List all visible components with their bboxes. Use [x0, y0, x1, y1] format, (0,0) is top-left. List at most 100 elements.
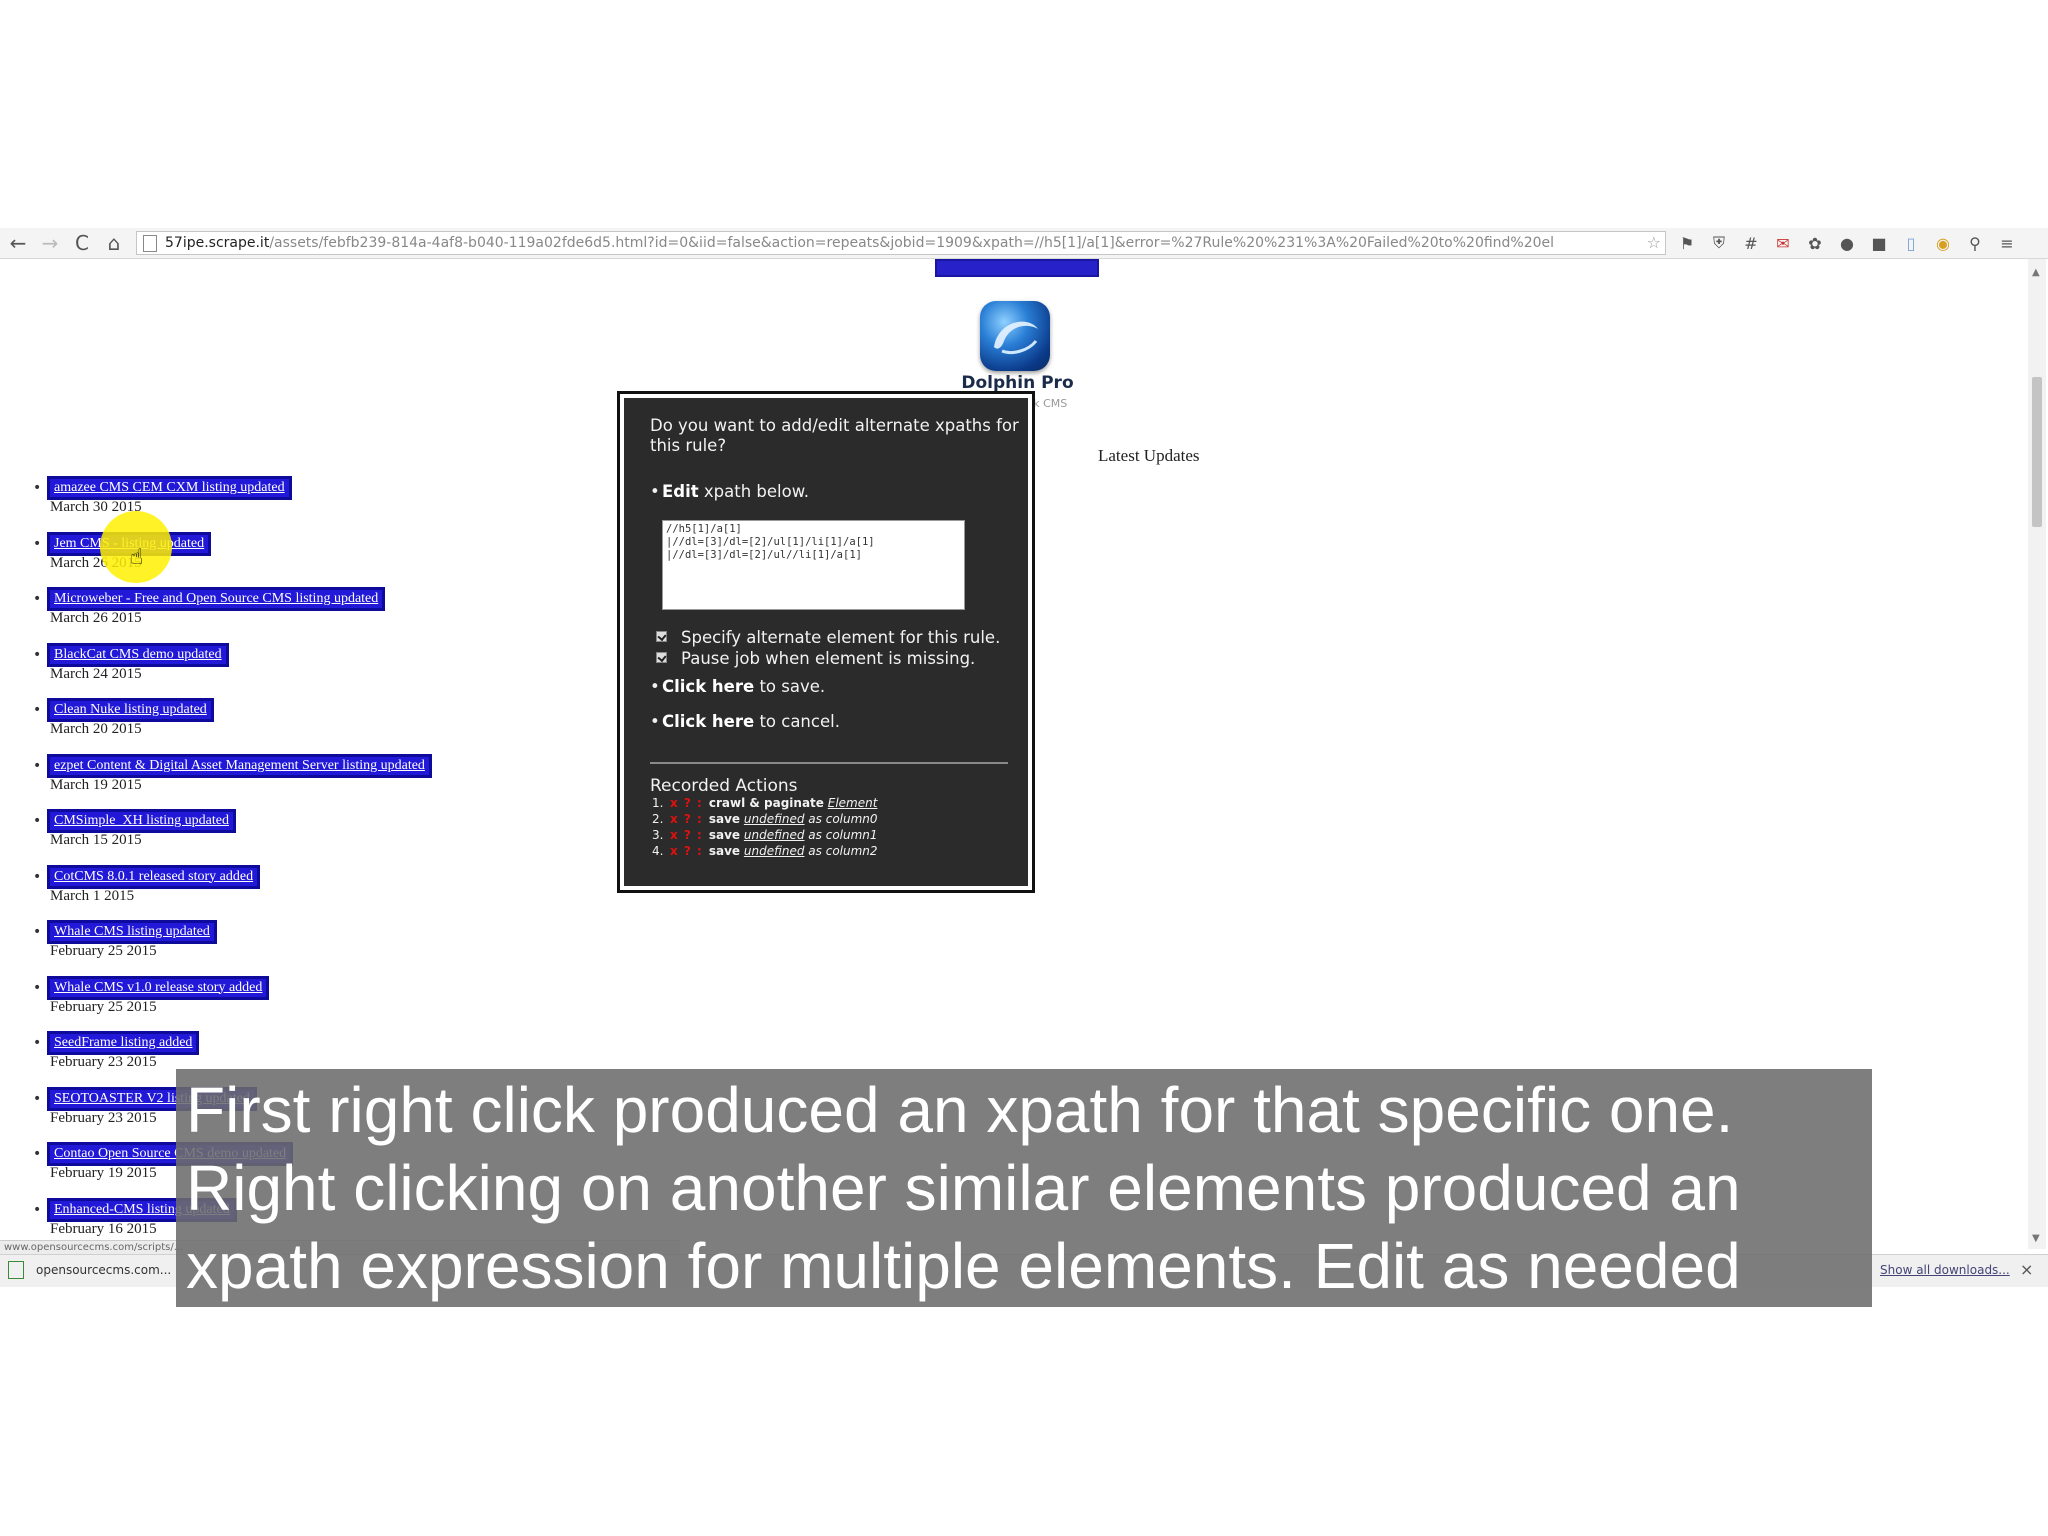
- home-button[interactable]: ⌂: [100, 229, 128, 257]
- save-link[interactable]: • Click here to save.: [650, 677, 826, 696]
- page-icon: [143, 234, 157, 252]
- circle-icon[interactable]: ●: [1836, 233, 1858, 253]
- edit-rest: xpath below.: [703, 482, 809, 501]
- caption-line: First right click produced an xpath for …: [186, 1074, 1734, 1146]
- update-link[interactable]: ezpet Content & Digital Asset Management…: [47, 753, 432, 778]
- url-path: /assets/febfb239-814a-4af8-b040-119a02fd…: [269, 235, 1555, 251]
- action-controls[interactable]: x ? :: [670, 812, 703, 826]
- search-icon[interactable]: ⚲: [1964, 233, 1986, 253]
- cancel-rest: to cancel.: [759, 712, 840, 731]
- update-link[interactable]: BlackCat CMS demo updated: [47, 642, 229, 667]
- action-command: crawl & paginate: [708, 796, 824, 810]
- check-label: Specify alternate element for this rule.: [681, 628, 1001, 647]
- close-icon[interactable]: ×: [2020, 1260, 2033, 1279]
- dolphin-title[interactable]: Dolphin Pro: [950, 373, 1085, 393]
- puzzle-icon[interactable]: ✿: [1804, 233, 1826, 253]
- back-button[interactable]: ←: [4, 229, 32, 257]
- caption-line: xpath expression for multiple elements. …: [186, 1230, 1741, 1302]
- alternate-element-checkbox[interactable]: [656, 631, 667, 642]
- action-number: 1.: [652, 796, 664, 810]
- save-bold[interactable]: Click here: [662, 677, 754, 696]
- action-argument[interactable]: undefined: [744, 828, 805, 842]
- bookmark-icon[interactable]: ⚑: [1676, 233, 1698, 253]
- update-link[interactable]: amazee CMS CEM CXM listing updated: [47, 476, 292, 500]
- update-link[interactable]: SeedFrame listing added: [46, 1031, 200, 1055]
- check-label: Pause job when element is missing.: [681, 649, 976, 668]
- latest-updates-heading: Latest Updates: [1098, 446, 1200, 465]
- recorded-actions-title: Recorded Actions: [650, 776, 798, 796]
- save-rest: to save.: [759, 677, 826, 696]
- mouse-pointer-icon: ☝: [130, 545, 144, 570]
- list-item: 4. x ? : save undefined as column2: [652, 843, 878, 859]
- chrome-icon[interactable]: ◉: [1932, 233, 1954, 253]
- edit-instruction: • Edit xpath below.: [650, 482, 809, 501]
- shield-icon[interactable]: ⛨: [1708, 233, 1730, 253]
- action-argument[interactable]: Element: [828, 796, 878, 810]
- scroll-thumb[interactable]: [2032, 377, 2042, 527]
- action-argument[interactable]: undefined: [744, 844, 805, 858]
- action-controls[interactable]: x ? :: [670, 796, 703, 810]
- update-date: February 23 2015: [50, 1054, 157, 1070]
- xpath-textarea[interactable]: //h5[1]/a[1] |//dl=[3]/dl=[2]/ul[1]/li[1…: [662, 520, 965, 610]
- caption-line: Right clicking on another similar elemen…: [186, 1152, 1741, 1224]
- url-host: 57ipe.scrape.it: [165, 235, 270, 251]
- xpath-line: |//dl=[3]/dl=[2]/ul[1]/li[1]/a[1]: [666, 536, 875, 548]
- action-controls[interactable]: x ? :: [670, 828, 703, 842]
- download-item[interactable]: opensourcecms.com...: [8, 1261, 171, 1279]
- cancel-link[interactable]: • Click here to cancel.: [650, 712, 840, 731]
- scroll-up-icon[interactable]: ▲: [2032, 267, 2040, 278]
- square-icon[interactable]: ■: [1868, 233, 1890, 253]
- update-link[interactable]: CotCMS 8.0.1 released story added: [46, 864, 261, 889]
- browser-toolbar: ← → C ⌂ 57ipe.scrape.it/assets/febfb239-…: [0, 228, 2048, 259]
- divider: [650, 762, 1008, 764]
- action-controls[interactable]: x ? :: [670, 844, 703, 858]
- grid-icon[interactable]: #: [1740, 233, 1762, 253]
- update-date: March 15 2015: [50, 832, 142, 848]
- highlighted-heading-banner: [935, 259, 1099, 277]
- xpath-line: |//dl=[3]/dl=[2]/ul//li[1]/a[1]: [666, 549, 862, 561]
- action-command: save: [708, 828, 741, 842]
- file-icon: [8, 1261, 24, 1279]
- cancel-bold[interactable]: Click here: [662, 712, 754, 731]
- update-link[interactable]: Whale CMS listing updated: [47, 920, 217, 944]
- alternate-xpath-dialog: Do you want to add/edit alternate xpaths…: [617, 391, 1035, 893]
- update-link[interactable]: CMSimple_XH listing updated: [47, 809, 236, 833]
- action-argument[interactable]: undefined: [744, 812, 805, 826]
- doc-icon[interactable]: ▯: [1900, 233, 1922, 253]
- update-date: March 19 2015: [50, 776, 142, 793]
- vertical-scrollbar[interactable]: ▲ ▼: [2028, 259, 2046, 1249]
- action-tail: as column0: [808, 812, 878, 826]
- list-item: 1. x ? : crawl & paginate Element: [652, 795, 878, 811]
- update-date: March 20 2015: [50, 721, 142, 737]
- alternate-element-option[interactable]: Specify alternate element for this rule.: [656, 628, 1000, 647]
- update-link[interactable]: Whale CMS v1.0 release story added: [46, 975, 270, 1000]
- menu-icon[interactable]: ≡: [1996, 233, 2018, 253]
- bookmark-star-icon[interactable]: ☆: [1644, 233, 1661, 252]
- edit-bold: Edit: [662, 482, 699, 501]
- reload-button[interactable]: C: [68, 229, 96, 257]
- action-number: 2.: [652, 812, 664, 826]
- update-date: February 25 2015: [50, 943, 157, 959]
- pause-job-option[interactable]: Pause job when element is missing.: [656, 649, 975, 668]
- action-command: save: [708, 812, 741, 826]
- list-item: 2. x ? : save undefined as column0: [652, 811, 878, 827]
- address-bar[interactable]: 57ipe.scrape.it/assets/febfb239-814a-4af…: [136, 231, 1666, 255]
- update-date: March 24 2015: [50, 665, 142, 682]
- dolphin-logo[interactable]: [980, 301, 1050, 371]
- update-date: February 16 2015: [50, 1220, 157, 1237]
- action-command: save: [708, 844, 741, 858]
- scroll-down-icon[interactable]: ▼: [2032, 1233, 2040, 1244]
- action-number: 4.: [652, 844, 664, 858]
- update-date: March 26 2015: [50, 610, 142, 626]
- update-link[interactable]: Microweber - Free and Open Source CMS li…: [46, 587, 386, 611]
- update-date: February 19 2015: [50, 1165, 157, 1181]
- forward-button[interactable]: →: [36, 229, 64, 257]
- update-link[interactable]: Clean Nuke listing updated: [47, 698, 214, 722]
- dialog-question: Do you want to add/edit alternate xpaths…: [650, 416, 1019, 455]
- pause-job-checkbox[interactable]: [656, 652, 667, 663]
- update-date: February 23 2015: [50, 1109, 157, 1126]
- recorded-actions-list: 1. x ? : crawl & paginate Element 2. x ? : s…: [652, 795, 878, 859]
- gmail-icon[interactable]: ✉: [1772, 233, 1794, 253]
- show-all-downloads-link[interactable]: Show all downloads...: [1880, 1263, 2010, 1277]
- video-caption: First right click produced an xpath for …: [176, 1069, 1872, 1307]
